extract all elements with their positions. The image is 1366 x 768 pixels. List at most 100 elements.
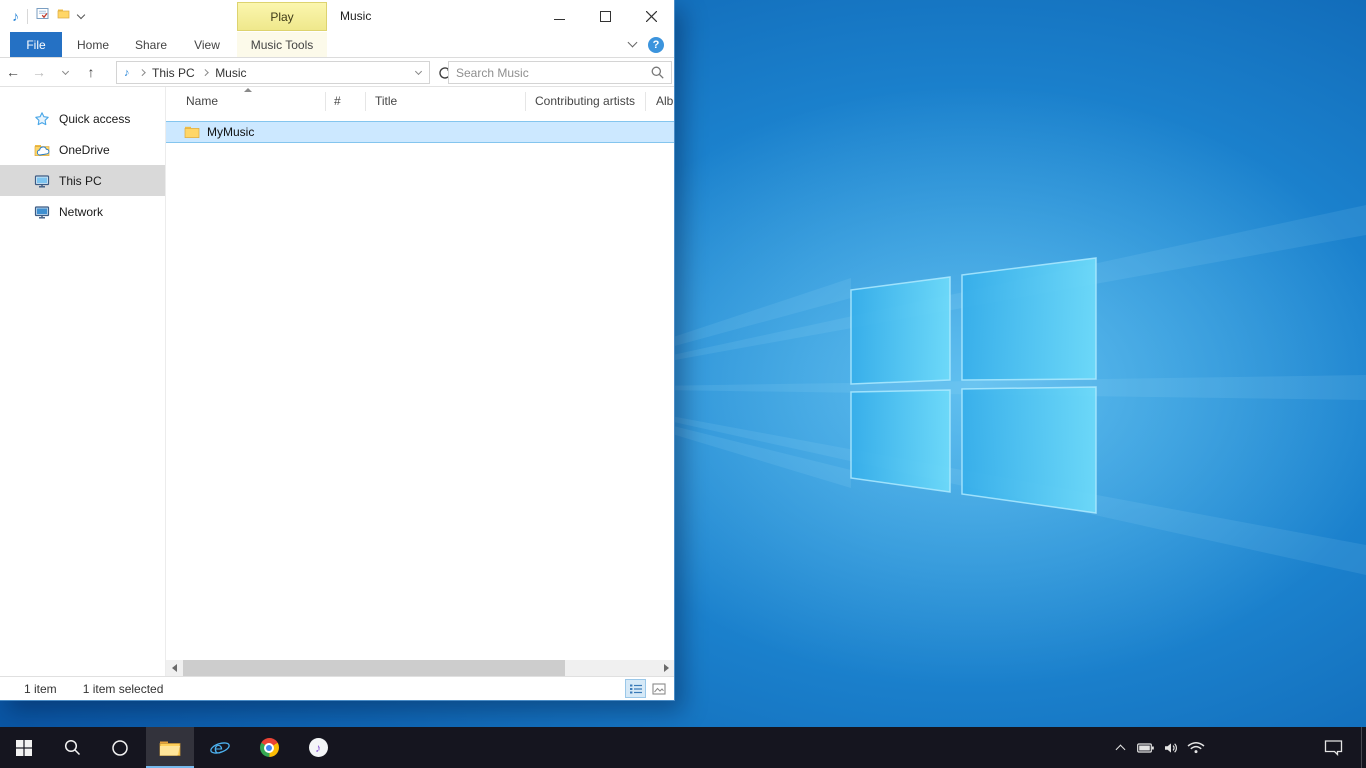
window-title: Music bbox=[340, 0, 371, 32]
search-box[interactable] bbox=[448, 61, 672, 84]
search-icon bbox=[64, 739, 81, 756]
new-folder-button[interactable] bbox=[57, 7, 70, 25]
item-count: 1 item bbox=[24, 682, 57, 696]
desktop[interactable]: ♪ Play bbox=[0, 0, 1366, 768]
navigation-pane: Quick access OneDrive bbox=[0, 87, 166, 676]
file-list[interactable]: MyMusic bbox=[166, 116, 674, 660]
chrome-button[interactable] bbox=[245, 727, 293, 768]
internet-explorer-button[interactable]: e bbox=[196, 727, 244, 768]
tab-file[interactable]: File bbox=[10, 32, 62, 57]
column-headers: Name # Title Contributing artists Alb bbox=[166, 87, 674, 116]
internet-explorer-icon: e bbox=[209, 737, 231, 759]
onedrive-folder-icon bbox=[34, 142, 50, 158]
column-header-track-number[interactable]: # bbox=[334, 94, 341, 108]
properties-button[interactable] bbox=[36, 7, 49, 25]
location-music-icon: ♪ bbox=[124, 67, 130, 79]
file-explorer-icon bbox=[159, 739, 181, 757]
contextual-tab-group-play[interactable]: Play bbox=[237, 2, 327, 31]
show-hidden-icons-button[interactable] bbox=[1108, 727, 1133, 768]
horizontal-scrollbar[interactable] bbox=[166, 660, 674, 676]
network-indicator[interactable] bbox=[1183, 727, 1208, 768]
computer-icon bbox=[34, 173, 50, 189]
quick-access-toolbar: ♪ bbox=[0, 7, 84, 25]
breadcrumb-this-pc[interactable]: This PC bbox=[150, 66, 197, 80]
breadcrumb-separator-icon bbox=[139, 69, 145, 75]
view-toggle-buttons bbox=[625, 679, 669, 698]
action-center-button[interactable] bbox=[1318, 727, 1348, 768]
network-icon bbox=[34, 204, 50, 220]
column-header-contributing-artists[interactable]: Contributing artists bbox=[535, 94, 635, 108]
tab-music-tools[interactable]: Music Tools bbox=[237, 32, 327, 57]
action-center-icon bbox=[1324, 739, 1343, 756]
file-explorer-window: ♪ Play bbox=[0, 0, 675, 701]
volume-indicator[interactable] bbox=[1158, 727, 1183, 768]
maximize-button[interactable] bbox=[582, 0, 628, 32]
toolbar-separator bbox=[27, 9, 28, 24]
tab-view[interactable]: View bbox=[180, 32, 234, 57]
close-button[interactable] bbox=[628, 0, 674, 32]
address-bar[interactable]: ♪ This PC Music bbox=[116, 61, 430, 84]
column-header-name[interactable]: Name bbox=[186, 94, 218, 108]
triangle-right-icon bbox=[664, 664, 669, 672]
status-bar: 1 item 1 item selected bbox=[0, 676, 674, 700]
large-icons-view-button[interactable] bbox=[648, 679, 669, 698]
tab-share[interactable]: Share bbox=[124, 32, 178, 57]
chevron-up-icon bbox=[1116, 745, 1126, 755]
search-input[interactable] bbox=[456, 66, 651, 80]
start-button[interactable] bbox=[0, 727, 48, 768]
wifi-icon bbox=[1187, 741, 1205, 754]
music-app-icon: ♪ bbox=[12, 9, 19, 23]
show-desktop-button[interactable] bbox=[1361, 727, 1366, 768]
back-button[interactable]: ← bbox=[0, 59, 26, 85]
help-button[interactable]: ? bbox=[648, 37, 664, 53]
file-row-mymusic[interactable]: MyMusic bbox=[166, 121, 674, 143]
tab-home[interactable]: Home bbox=[66, 32, 120, 57]
selection-count: 1 item selected bbox=[83, 682, 164, 696]
taskbar-file-explorer-button[interactable] bbox=[146, 727, 194, 768]
forward-button[interactable]: → bbox=[26, 59, 52, 85]
sort-ascending-icon bbox=[244, 88, 252, 92]
up-button[interactable]: ↑ bbox=[78, 59, 104, 85]
windows-logo-icon bbox=[16, 740, 32, 756]
column-divider[interactable] bbox=[525, 92, 526, 111]
file-name: MyMusic bbox=[207, 125, 254, 139]
file-list-pane: Name # Title Contributing artists Alb bbox=[166, 87, 674, 676]
sidebar-item-label: Network bbox=[59, 205, 103, 219]
breadcrumb-music[interactable]: Music bbox=[213, 66, 248, 80]
cortana-button[interactable] bbox=[96, 727, 144, 768]
sidebar-item-label: Quick access bbox=[59, 112, 130, 126]
svg-text:e: e bbox=[214, 740, 223, 757]
column-divider[interactable] bbox=[645, 92, 646, 111]
taskbar-search-button[interactable] bbox=[48, 727, 96, 768]
customize-toolbar-chevron-icon[interactable] bbox=[77, 10, 85, 18]
column-divider[interactable] bbox=[325, 92, 326, 111]
breadcrumb-separator-icon bbox=[202, 69, 208, 75]
scroll-left-button[interactable] bbox=[166, 660, 182, 676]
sidebar-item-onedrive[interactable]: OneDrive bbox=[0, 134, 165, 165]
battery-indicator[interactable] bbox=[1133, 727, 1158, 768]
titlebar[interactable]: ♪ Play bbox=[0, 0, 674, 32]
sidebar-item-quick-access[interactable]: Quick access bbox=[0, 103, 165, 134]
column-header-title[interactable]: Title bbox=[375, 94, 397, 108]
scroll-right-button[interactable] bbox=[658, 660, 674, 676]
sidebar-item-label: This PC bbox=[59, 174, 102, 188]
details-view-button[interactable] bbox=[625, 679, 646, 698]
scrollbar-thumb[interactable] bbox=[183, 660, 565, 676]
itunes-button[interactable]: ♪ bbox=[294, 727, 342, 768]
ribbon-collapse-chevron-icon[interactable] bbox=[628, 38, 638, 48]
taskbar: e ♪ bbox=[0, 727, 1366, 768]
minimize-button[interactable] bbox=[536, 0, 582, 32]
sidebar-item-label: OneDrive bbox=[59, 143, 110, 157]
column-header-album[interactable]: Alb bbox=[656, 94, 673, 108]
sidebar-item-network[interactable]: Network bbox=[0, 196, 165, 227]
itunes-icon: ♪ bbox=[309, 738, 328, 757]
recent-locations-chevron[interactable] bbox=[52, 59, 78, 85]
folder-icon bbox=[184, 124, 200, 140]
sidebar-item-this-pc[interactable]: This PC bbox=[0, 165, 165, 196]
address-bar-row: ← → ↑ ♪ This PC Music bbox=[0, 58, 674, 87]
search-icon[interactable] bbox=[651, 66, 664, 79]
chevron-down-icon bbox=[61, 67, 68, 74]
column-divider[interactable] bbox=[365, 92, 366, 111]
ribbon-tabs: File Home Share View Music Tools ? bbox=[0, 32, 674, 58]
address-dropdown-chevron-icon[interactable] bbox=[415, 68, 422, 75]
